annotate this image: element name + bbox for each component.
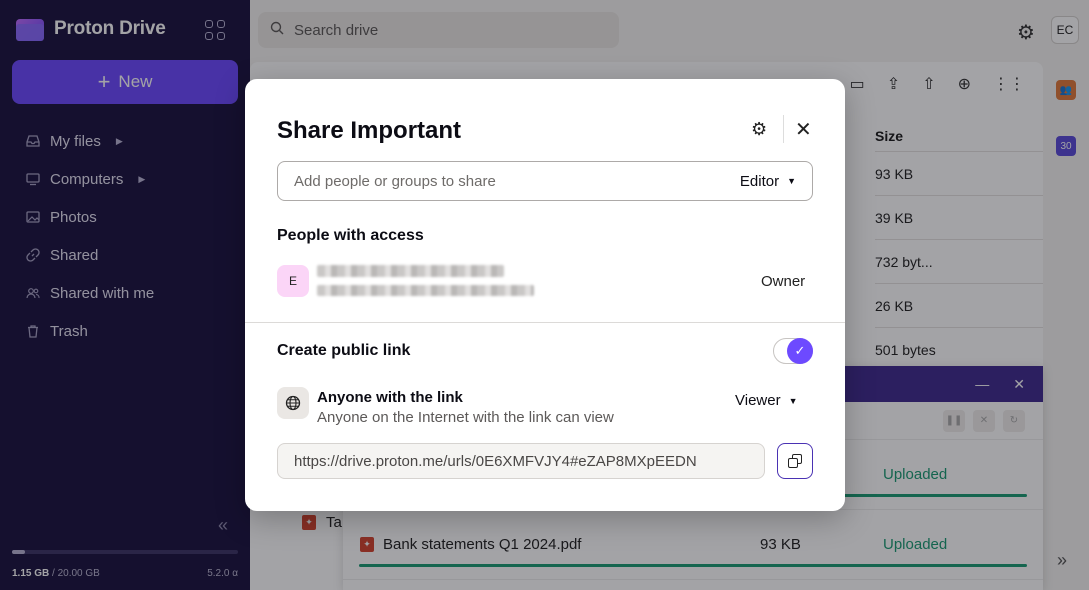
public-link-toggle[interactable]: ✓: [773, 338, 813, 364]
invite-role-label: Editor: [739, 172, 780, 190]
share-modal: Share Important ⚙ ✕ Editor ▼ People with…: [245, 79, 845, 511]
divider: [245, 322, 845, 323]
owner-role-label: Owner: [761, 273, 806, 290]
modal-title: Share Important: [277, 117, 462, 144]
owner-email-redacted: [317, 285, 534, 296]
close-icon: ✕: [795, 119, 812, 141]
caret-down-icon: ▼: [787, 176, 796, 186]
close-modal-button[interactable]: ✕: [795, 117, 812, 142]
public-link-url: https://drive.proton.me/urls/0E6XMFVJY4#…: [294, 452, 697, 470]
invite-role-select[interactable]: Editor ▼: [740, 173, 796, 190]
people-with-access-heading: People with access: [277, 227, 424, 244]
divider: [783, 115, 784, 143]
check-icon: ✓: [787, 338, 813, 364]
link-audience-title: Anyone with the link: [317, 389, 463, 406]
globe-icon: [277, 387, 309, 419]
share-settings-gear-icon[interactable]: ⚙: [751, 119, 767, 140]
owner-avatar: E: [277, 265, 309, 297]
public-link-url-field[interactable]: https://drive.proton.me/urls/0E6XMFVJY4#…: [277, 443, 765, 479]
link-audience-description: Anyone on the Internet with the link can…: [317, 409, 614, 426]
copy-link-button[interactable]: [777, 443, 813, 479]
link-role-select[interactable]: Viewer ▼: [735, 392, 798, 409]
link-role-label: Viewer: [735, 392, 781, 409]
caret-down-icon: ▼: [788, 395, 798, 406]
copy-icon: [788, 454, 802, 468]
create-public-link-heading: Create public link: [277, 342, 411, 359]
owner-name-redacted: [317, 265, 504, 277]
add-people-input[interactable]: [294, 172, 740, 190]
share-invite-field[interactable]: Editor ▼: [277, 161, 813, 201]
